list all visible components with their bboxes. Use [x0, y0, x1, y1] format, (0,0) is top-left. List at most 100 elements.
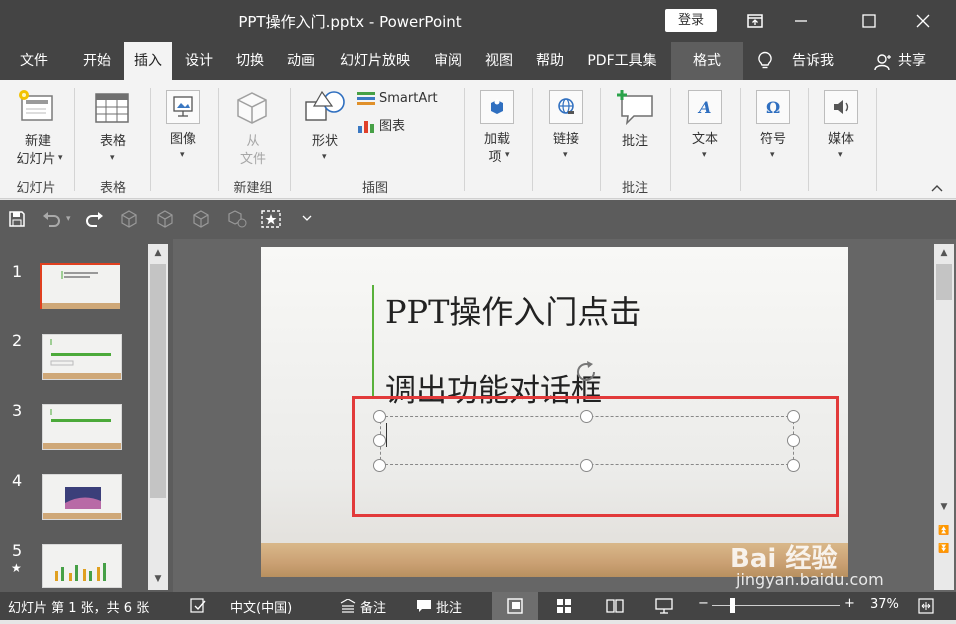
slide-sorter-icon[interactable] [556, 598, 572, 614]
tab-home[interactable]: 开始 [72, 42, 122, 80]
cube-icon[interactable] [190, 208, 212, 230]
shapes-icon[interactable] [304, 90, 346, 126]
share-person-icon[interactable] [874, 53, 892, 71]
lightbulb-icon[interactable] [756, 51, 774, 71]
chart-label[interactable]: 图表 [379, 118, 405, 135]
tab-format[interactable]: 格式 [671, 42, 743, 80]
reading-view-icon[interactable] [606, 598, 624, 614]
group-separator [150, 88, 151, 191]
text-icon[interactable]: A [688, 90, 722, 124]
symbol-label[interactable]: 符号 [748, 131, 798, 148]
scroll-up-icon[interactable]: ▲ [936, 248, 952, 260]
fit-to-window-icon[interactable] [918, 598, 934, 614]
chevron-down-icon: ▾ [58, 153, 63, 163]
language-status[interactable]: 中文(中国) [230, 597, 292, 616]
chevron-down-icon: ▾ [110, 153, 115, 163]
undo-dropdown-icon[interactable]: ▾ [66, 214, 71, 224]
addin-icon[interactable] [480, 90, 514, 124]
collapse-ribbon-icon[interactable] [930, 182, 944, 192]
from-file-label-1: 从 [246, 134, 260, 149]
table-icon[interactable] [94, 92, 130, 124]
customize-dropdown-icon[interactable] [296, 208, 318, 230]
image-icon[interactable] [166, 90, 200, 124]
chevron-down-icon: ▾ [838, 150, 843, 160]
tab-pdf-tools[interactable]: PDF工具集 [578, 42, 666, 80]
spellcheck-icon[interactable] [190, 598, 206, 614]
tab-file[interactable]: 文件 [8, 42, 60, 80]
addin-label-1[interactable]: 加载 [472, 131, 522, 148]
cube-icon[interactable] [154, 208, 176, 230]
group-separator [876, 88, 877, 191]
notes-button[interactable]: 备注 [360, 597, 386, 616]
undo-icon[interactable] [40, 208, 62, 230]
smartart-icon[interactable] [356, 90, 376, 106]
slide-thumbnail-4[interactable] [42, 474, 122, 520]
shapes-label[interactable]: 形状 [300, 133, 350, 150]
zoom-in-icon[interactable]: + [844, 596, 855, 611]
slideshow-view-icon[interactable] [655, 598, 673, 614]
previous-slide-icon[interactable]: ⏫ [936, 526, 952, 540]
group-separator [808, 88, 809, 191]
slide-count-status: 幻灯片 第 1 张，共 6 张 [8, 601, 150, 616]
tab-transitions[interactable]: 切换 [226, 42, 274, 80]
scroll-up-icon[interactable]: ▲ [150, 248, 166, 260]
addin-label-2[interactable]: 项 [470, 149, 520, 166]
comment-icon[interactable] [614, 88, 656, 126]
slide-thumbnail-3[interactable] [42, 404, 122, 450]
normal-view-button[interactable] [492, 592, 538, 620]
scrollbar-thumb[interactable] [936, 264, 952, 300]
zoom-slider-thumb[interactable] [730, 598, 735, 613]
zoom-level[interactable]: 37% [870, 597, 899, 612]
new-slide-label-2[interactable]: 幻灯片 [6, 151, 66, 168]
comments-button[interactable]: 批注 [436, 597, 462, 616]
tab-review[interactable]: 审阅 [426, 42, 470, 80]
ribbon-insert: 新建 幻灯片 ▾ 幻灯片 表格 ▾ 表格 图像 ▾ 从 文件 新建组 形状 ▾ … [0, 80, 956, 199]
editor-scrollbar[interactable]: ▲ ▼ ⏫ ⏬ [934, 244, 954, 590]
save-icon[interactable] [6, 208, 28, 230]
new-slide-label-1[interactable]: 新建 [8, 133, 68, 150]
tab-slideshow[interactable]: 幻灯片放映 [330, 42, 420, 80]
chart-icon[interactable] [356, 118, 376, 134]
speaker-icon[interactable] [824, 90, 858, 124]
omega-symbol-icon[interactable]: Ω [756, 90, 790, 124]
close-icon[interactable] [900, 0, 946, 42]
media-label[interactable]: 媒体 [816, 131, 866, 148]
tell-me-search[interactable]: 告诉我 [782, 42, 844, 80]
comments-icon[interactable] [416, 599, 432, 613]
smartart-label[interactable]: SmartArt [379, 90, 438, 107]
maximize-icon[interactable] [846, 0, 892, 42]
tab-insert[interactable]: 插入 [124, 42, 172, 80]
minimize-icon[interactable] [778, 0, 824, 42]
slide-thumbnail-2[interactable] [42, 334, 122, 380]
redo-icon[interactable] [84, 208, 106, 230]
share-button[interactable]: 共享 [894, 42, 930, 80]
rotate-handle-icon[interactable] [573, 359, 599, 385]
notes-icon[interactable] [340, 598, 356, 613]
cube-icon[interactable] [118, 208, 140, 230]
scroll-down-icon[interactable]: ▼ [936, 502, 952, 514]
text-label[interactable]: 文本 [680, 131, 730, 148]
scrollbar-thumb[interactable] [150, 264, 166, 498]
new-slide-icon[interactable] [16, 88, 56, 126]
slide-thumbnail-1[interactable] [40, 263, 120, 309]
tab-view[interactable]: 视图 [476, 42, 522, 80]
chevron-down-icon: ▾ [702, 150, 707, 160]
tab-animations[interactable]: 动画 [278, 42, 324, 80]
login-button[interactable]: 登录 [665, 9, 717, 32]
image-label[interactable]: 图像 [156, 131, 210, 148]
slide-title-line-1[interactable]: PPT操作入门点击 [385, 287, 641, 333]
thumbnail-scrollbar[interactable]: ▲ ▼ [148, 244, 168, 590]
cube-globe-icon[interactable] [226, 208, 248, 230]
comment-label[interactable]: 批注 [608, 133, 662, 150]
zoom-out-icon[interactable]: − [698, 596, 709, 611]
ribbon-display-icon[interactable] [732, 0, 778, 42]
link-label[interactable]: 链接 [541, 131, 591, 148]
scroll-down-icon[interactable]: ▼ [150, 574, 166, 586]
slide-thumbnail-5[interactable] [42, 544, 122, 588]
table-label[interactable]: 表格 [84, 133, 142, 150]
link-icon[interactable] [549, 90, 583, 124]
tab-help[interactable]: 帮助 [528, 42, 572, 80]
next-slide-icon[interactable]: ⏬ [936, 544, 952, 558]
tab-design[interactable]: 设计 [176, 42, 222, 80]
star-frame-icon[interactable] [260, 208, 282, 230]
